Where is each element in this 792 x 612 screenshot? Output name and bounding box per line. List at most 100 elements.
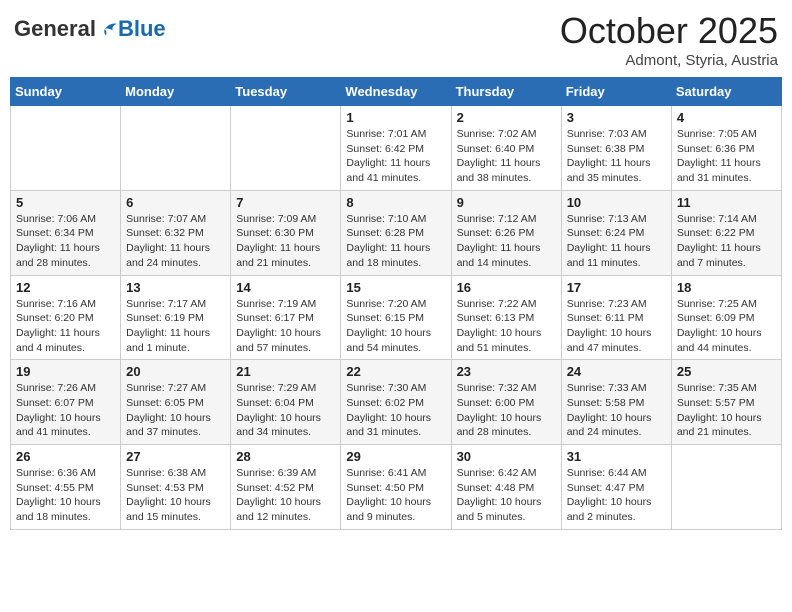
calendar-cell [671, 445, 781, 530]
weekday-header-thursday: Thursday [451, 78, 561, 106]
day-info: Sunrise: 6:38 AMSunset: 4:53 PMDaylight:… [126, 466, 225, 525]
calendar-cell: 10 Sunrise: 7:13 AMSunset: 6:24 PMDayligh… [561, 190, 671, 275]
weekday-header-monday: Monday [121, 78, 231, 106]
day-number: 24 [567, 364, 666, 379]
day-info: Sunrise: 7:12 AMSunset: 6:26 PMDaylight:… [457, 212, 556, 271]
calendar-cell: 26Sunrise: 6:36 AMSunset: 4:55 PMDayligh… [11, 445, 121, 530]
calendar-cell: 7Sunrise: 7:09 AMSunset: 6:30 PMDaylight… [231, 190, 341, 275]
day-info: Sunrise: 7:06 AMSunset: 6:34 PMDaylight:… [16, 212, 115, 271]
day-info: Sunrise: 6:41 AMSunset: 4:50 PMDaylight:… [346, 466, 445, 525]
day-number: 21 [236, 364, 335, 379]
weekday-header-friday: Friday [561, 78, 671, 106]
day-info: Sunrise: 7:32 AMSunset: 6:00 PMDaylight:… [457, 381, 556, 440]
day-info: Sunrise: 7:29 AMSunset: 6:04 PMDaylight:… [236, 381, 335, 440]
day-info: Sunrise: 7:19 AMSunset: 6:17 PMDaylight:… [236, 297, 335, 356]
day-info: Sunrise: 7:01 AMSunset: 6:42 PMDaylight:… [346, 127, 445, 186]
day-number: 13 [126, 280, 225, 295]
calendar-cell: 17 Sunrise: 7:23 AMSunset: 6:11 PMDayligh… [561, 275, 671, 360]
day-number: 27 [126, 449, 225, 464]
weekday-header-row: SundayMondayTuesdayWednesdayThursdayFrid… [11, 78, 782, 106]
page-header: General Blue October 2025 Admont, Styria… [10, 10, 782, 69]
day-number: 25 [677, 364, 776, 379]
day-number: 3 [567, 110, 666, 125]
day-number: 30 [457, 449, 556, 464]
title-block: October 2025 Admont, Styria, Austria [560, 10, 778, 69]
day-number: 19 [16, 364, 115, 379]
day-info: Sunrise: 7:35 AMSunset: 5:57 PMDaylight:… [677, 381, 776, 440]
calendar-table: SundayMondayTuesdayWednesdayThursdayFrid… [10, 77, 782, 530]
day-info: Sunrise: 7:22 AMSunset: 6:13 PMDaylight:… [457, 297, 556, 356]
day-info: Sunrise: 7:30 AMSunset: 6:02 PMDaylight:… [346, 381, 445, 440]
day-number: 6 [126, 195, 225, 210]
month-title: October 2025 [560, 10, 778, 52]
calendar-cell: 29 Sunrise: 6:41 AMSunset: 4:50 PMDayligh… [341, 445, 451, 530]
calendar-cell: 5 Sunrise: 7:06 AMSunset: 6:34 PMDaylight… [11, 190, 121, 275]
calendar-cell [121, 106, 231, 191]
day-number: 9 [457, 195, 556, 210]
calendar-cell: 1 Sunrise: 7:01 AMSunset: 6:42 PMDaylight… [341, 106, 451, 191]
day-number: 17 [567, 280, 666, 295]
calendar-cell: 30 Sunrise: 6:42 AMSunset: 4:48 PMDayligh… [451, 445, 561, 530]
day-info: Sunrise: 7:13 AMSunset: 6:24 PMDaylight:… [567, 212, 666, 271]
logo-general-text: General [14, 16, 96, 42]
day-number: 22 [346, 364, 445, 379]
day-number: 31 [567, 449, 666, 464]
day-info: Sunrise: 7:20 AMSunset: 6:15 PMDaylight:… [346, 297, 445, 356]
day-number: 28 [236, 449, 335, 464]
calendar-cell: 16 Sunrise: 7:22 AMSunset: 6:13 PMDayligh… [451, 275, 561, 360]
day-info: Sunrise: 6:44 AMSunset: 4:47 PMDaylight:… [567, 466, 666, 525]
day-number: 29 [346, 449, 445, 464]
day-number: 8 [346, 195, 445, 210]
calendar-cell: 15Sunrise: 7:20 AMSunset: 6:15 PMDayligh… [341, 275, 451, 360]
weekday-header-saturday: Saturday [671, 78, 781, 106]
day-info: Sunrise: 7:02 AMSunset: 6:40 PMDaylight:… [457, 127, 556, 186]
day-number: 5 [16, 195, 115, 210]
day-number: 16 [457, 280, 556, 295]
day-info: Sunrise: 7:05 AMSunset: 6:36 PMDaylight:… [677, 127, 776, 186]
calendar-week-3: 12 Sunrise: 7:16 AMSunset: 6:20 PMDayligh… [11, 275, 782, 360]
day-number: 2 [457, 110, 556, 125]
calendar-week-2: 5 Sunrise: 7:06 AMSunset: 6:34 PMDaylight… [11, 190, 782, 275]
location-title: Admont, Styria, Austria [560, 52, 778, 69]
logo-blue-text: Blue [118, 16, 166, 42]
calendar-cell: 4 Sunrise: 7:05 AMSunset: 6:36 PMDaylight… [671, 106, 781, 191]
calendar-cell: 8 Sunrise: 7:10 AMSunset: 6:28 PMDaylight… [341, 190, 451, 275]
weekday-header-tuesday: Tuesday [231, 78, 341, 106]
calendar-cell [231, 106, 341, 191]
day-info: Sunrise: 7:17 AMSunset: 6:19 PMDaylight:… [126, 297, 225, 356]
day-number: 18 [677, 280, 776, 295]
calendar-week-4: 19 Sunrise: 7:26 AMSunset: 6:07 PMDayligh… [11, 360, 782, 445]
calendar-cell: 2 Sunrise: 7:02 AMSunset: 6:40 PMDaylight… [451, 106, 561, 191]
calendar-cell: 12 Sunrise: 7:16 AMSunset: 6:20 PMDayligh… [11, 275, 121, 360]
day-info: Sunrise: 7:07 AMSunset: 6:32 PMDaylight:… [126, 212, 225, 271]
day-number: 14 [236, 280, 335, 295]
day-number: 4 [677, 110, 776, 125]
day-info: Sunrise: 7:23 AMSunset: 6:11 PMDaylight:… [567, 297, 666, 356]
calendar-week-5: 26Sunrise: 6:36 AMSunset: 4:55 PMDayligh… [11, 445, 782, 530]
calendar-cell: 22 Sunrise: 7:30 AMSunset: 6:02 PMDayligh… [341, 360, 451, 445]
logo-bird-icon [98, 19, 118, 39]
calendar-cell: 28 Sunrise: 6:39 AMSunset: 4:52 PMDayligh… [231, 445, 341, 530]
calendar-cell: 31 Sunrise: 6:44 AMSunset: 4:47 PMDayligh… [561, 445, 671, 530]
day-info: Sunrise: 6:42 AMSunset: 4:48 PMDaylight:… [457, 466, 556, 525]
calendar-cell: 14 Sunrise: 7:19 AMSunset: 6:17 PMDayligh… [231, 275, 341, 360]
calendar-cell: 24Sunrise: 7:33 AMSunset: 5:58 PMDayligh… [561, 360, 671, 445]
calendar-cell [11, 106, 121, 191]
calendar-cell: 18Sunrise: 7:25 AMSunset: 6:09 PMDayligh… [671, 275, 781, 360]
weekday-header-wednesday: Wednesday [341, 78, 451, 106]
calendar-cell: 21 Sunrise: 7:29 AMSunset: 6:04 PMDayligh… [231, 360, 341, 445]
day-info: Sunrise: 6:39 AMSunset: 4:52 PMDaylight:… [236, 466, 335, 525]
day-info: Sunrise: 7:26 AMSunset: 6:07 PMDaylight:… [16, 381, 115, 440]
day-info: Sunrise: 7:10 AMSunset: 6:28 PMDaylight:… [346, 212, 445, 271]
day-info: Sunrise: 7:16 AMSunset: 6:20 PMDaylight:… [16, 297, 115, 356]
day-number: 7 [236, 195, 335, 210]
day-number: 20 [126, 364, 225, 379]
calendar-cell: 13 Sunrise: 7:17 AMSunset: 6:19 PMDayligh… [121, 275, 231, 360]
day-number: 12 [16, 280, 115, 295]
calendar-cell: 23 Sunrise: 7:32 AMSunset: 6:00 PMDayligh… [451, 360, 561, 445]
day-number: 1 [346, 110, 445, 125]
day-info: Sunrise: 7:27 AMSunset: 6:05 PMDaylight:… [126, 381, 225, 440]
weekday-header-sunday: Sunday [11, 78, 121, 106]
day-number: 10 [567, 195, 666, 210]
day-number: 23 [457, 364, 556, 379]
